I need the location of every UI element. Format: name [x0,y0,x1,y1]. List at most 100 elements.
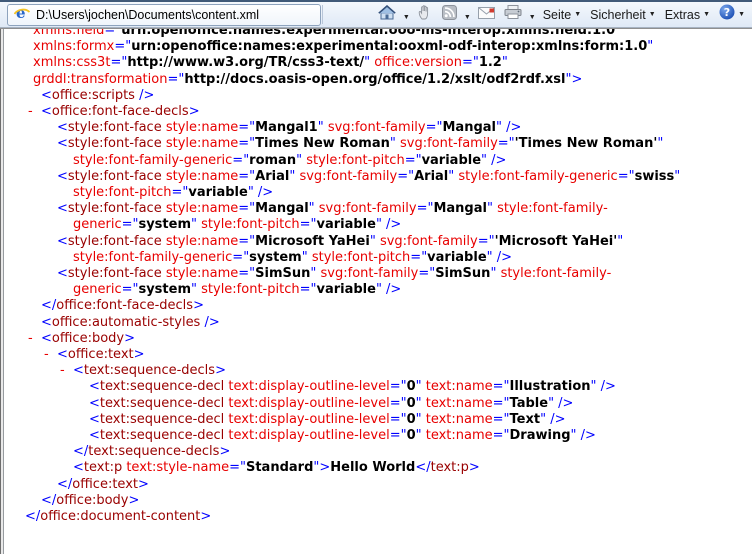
xml-line: xmlns:formx="urn:openoffice:names:experi… [6,39,752,55]
tab-and-command-bar: e D:\Users\jochen\Documents\content.xml … [0,2,752,28]
print-button[interactable] [500,3,526,26]
element-name: office:document-content [40,509,200,524]
xml-markup: < [41,315,52,330]
hand-tool-button[interactable] [413,2,437,27]
attribute-value: Standard [246,460,313,475]
attribute-name: text:name [426,396,493,411]
attribute-name: style:name [162,120,239,135]
attribute-value: variable [316,282,375,297]
attribute-value: 1.2 [479,55,502,70]
xml-markup: =" [238,169,255,184]
xml-markup: " /> [487,250,512,265]
hand-icon [417,4,433,25]
xml-markup: =" [426,120,443,135]
attribute-value: Illustration [510,379,591,394]
home-button[interactable] [374,3,400,27]
xml-markup: " [390,136,400,151]
xml-line: <style:font-face style:name="Arial" svg:… [6,169,752,185]
xml-markup: < [89,396,100,411]
attribute-name: svg:font-family [400,136,498,151]
attribute-value: Text [510,412,541,427]
attribute-value: 0 [407,428,416,443]
attribute-value: http://docs.oasis-open.org/office/1.2/xs… [184,72,565,87]
xml-markup: > [469,460,480,475]
xml-markup: " [302,250,312,265]
xml-markup: =" [478,234,495,249]
read-mail-button[interactable] [474,4,499,26]
home-icon [378,5,396,25]
attribute-name: text:display-outline-level [224,412,389,427]
help-menu-button[interactable]: ? ▼ [715,2,749,27]
feeds-dropdown-chevron-down-icon[interactable]: ▼ [462,4,473,26]
attribute-value: SimSun [255,266,310,281]
xml-markup: =" [229,460,246,475]
xml-markup: " [370,234,380,249]
attribute-value: Arial [414,169,448,184]
xml-viewer-content: xmlns:field="urn:openoffice:names:experi… [0,28,752,554]
attribute-name: style:name [162,136,239,151]
xml-markup: < [57,169,68,184]
tools-menu-button[interactable]: Extras ▼ [661,6,714,24]
xml-markup: =" [397,169,414,184]
attribute-name: generic [73,217,122,232]
xml-markup: < [57,120,68,135]
safety-menu-button[interactable]: Sicherheit ▼ [586,6,660,24]
collapse-toggle[interactable]: - [44,347,57,363]
active-tab[interactable]: e D:\Users\jochen\Documents\content.xml [7,4,321,26]
xml-markup: " [490,266,500,281]
attribute-value: variable [188,185,247,200]
xml-line: style:font-family-generic="roman" style:… [6,153,752,169]
attribute-name: text:name [426,412,493,427]
tab-title: D:\Users\jochen\Documents\content.xml [36,8,259,22]
xml-markup: > [215,363,226,378]
xml-line: <style:font-face style:name="Mangal" svg… [6,201,752,217]
xml-markup: " [310,266,320,281]
xml-markup: < [73,460,84,475]
xml-line: <text:sequence-decl text:display-outline… [6,396,752,412]
xml-markup: < [57,266,68,281]
xml-markup: "> [565,72,582,87]
xml-tree: xmlns:field="urn:openoffice:names:experi… [6,28,752,525]
xml-markup: </ [25,509,40,524]
printer-icon [504,5,522,24]
xml-markup: " [318,120,328,135]
xml-markup: < [57,347,68,362]
xml-markup: " /> [571,428,596,443]
attribute-name: text:display-outline-level [224,379,389,394]
xml-markup: > [219,444,230,459]
element-name: office:body [52,331,124,346]
xml-markup: </ [415,460,430,475]
print-dropdown-chevron-down-icon[interactable]: ▼ [527,4,538,26]
home-dropdown-chevron-down-icon[interactable]: ▼ [401,4,412,26]
xml-line: style:font-family-generic="system" style… [6,250,752,266]
xml-markup: < [57,234,68,249]
xml-markup: > [124,331,135,346]
feeds-button[interactable] [438,3,461,27]
attribute-name: style:font-family- [497,201,608,216]
attribute-value: 0 [407,379,416,394]
tools-menu-label: Extras [665,8,700,22]
xml-line: generic="system" style:font-pitch="varia… [6,217,752,233]
xml-markup: =" [167,72,184,87]
attribute-value: Mangal [433,201,487,216]
attribute-name: style:name [162,234,239,249]
attribute-name: style:font-pitch [306,153,404,168]
attribute-name: office:version [374,55,462,70]
xml-markup: < [41,88,52,103]
collapse-toggle[interactable]: - [28,104,41,120]
xml-line: </office:body> [6,493,752,509]
element-name: style:font-face [68,136,162,151]
xml-markup: =" [122,217,139,232]
xml-line: -<text:sequence-decls> [6,363,752,379]
collapse-toggle[interactable]: - [60,363,73,379]
collapse-toggle[interactable]: - [28,331,41,347]
xml-markup: /> [200,315,219,330]
attribute-value: SimSun [435,266,490,281]
attribute-name: xmlns:field [33,28,104,38]
element-name: style:font-face [68,201,162,216]
xml-markup: =" [238,234,255,249]
page-menu-button[interactable]: Seite ▼ [539,6,585,24]
xml-markup: < [41,331,52,346]
xml-line: <style:font-face style:name="Mangal1" sv… [6,120,752,136]
xml-markup: > [193,298,204,313]
